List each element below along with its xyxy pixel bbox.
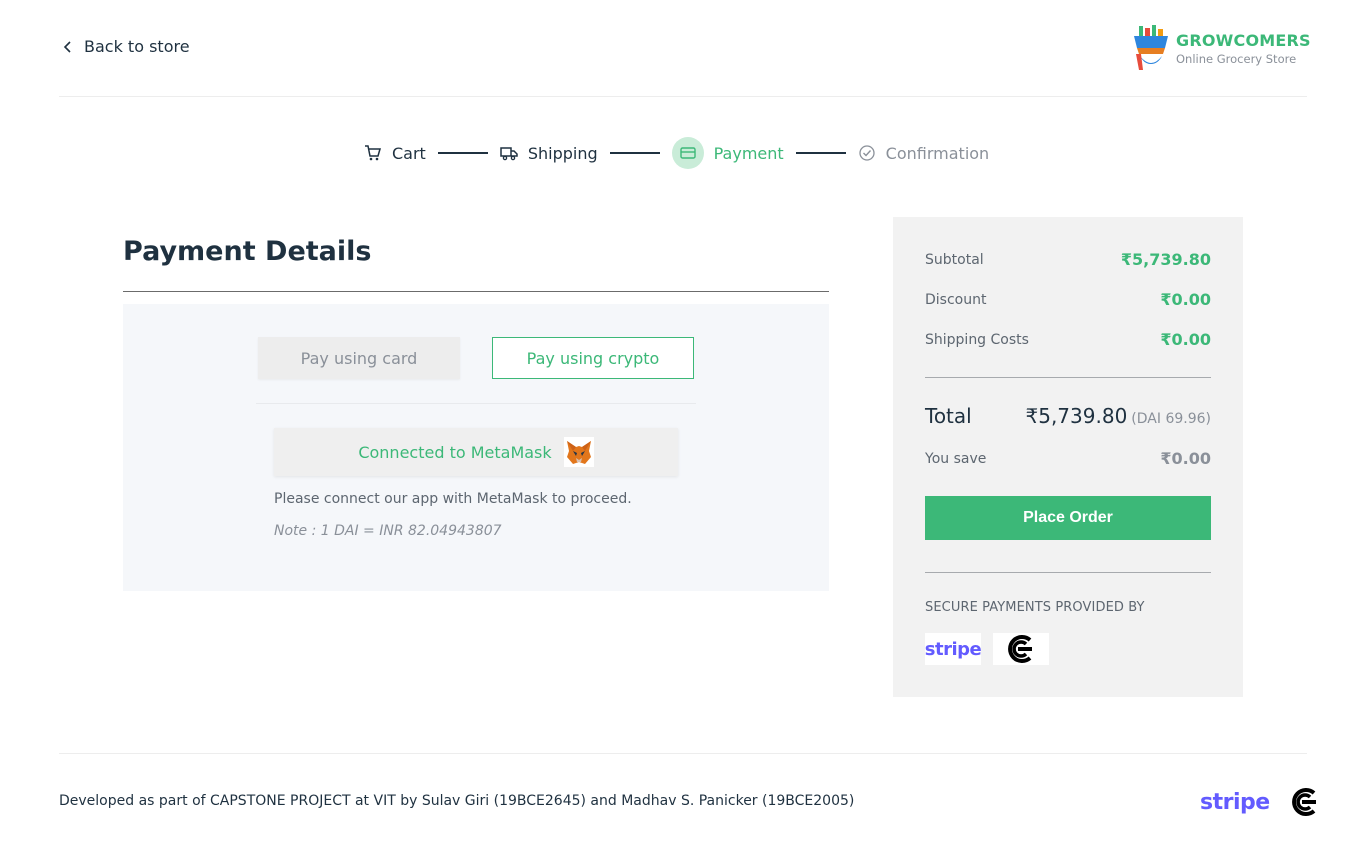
shipping-cost-value: ₹0.00 — [1160, 330, 1211, 349]
metamask-connect-button[interactable]: Connected to MetaMask — [274, 428, 678, 476]
cart-icon — [365, 145, 381, 161]
subtotal-row: Subtotal ₹5,739.80 — [925, 250, 1211, 269]
footer-provider-logos: stripe — [1200, 785, 1322, 819]
footer-coinbase-commerce-icon — [1291, 788, 1316, 816]
step-payment-badge — [671, 137, 704, 169]
step-connector — [437, 152, 488, 154]
stripe-wordmark: stripe — [924, 638, 982, 660]
order-summary: Subtotal ₹5,739.80 Discount ₹0.00 Shippi… — [893, 217, 1243, 697]
summary-divider — [925, 572, 1211, 573]
brand-name: GROWCOMERS — [1176, 30, 1311, 50]
subtotal-value: ₹5,739.80 — [1120, 250, 1211, 269]
header-divider — [59, 96, 1307, 97]
step-connector — [795, 152, 846, 154]
brand-tagline: Online Grocery Store — [1176, 51, 1297, 66]
title-divider — [123, 291, 829, 292]
page-title: Payment Details — [123, 236, 372, 267]
grocery-basket-icon — [1134, 25, 1168, 70]
back-to-store-label: Back to store — [84, 37, 190, 56]
pay-using-card-tab[interactable]: Pay using card — [258, 337, 460, 379]
shipping-cost-row: Shipping Costs ₹0.00 — [925, 330, 1211, 349]
discount-row: Discount ₹0.00 — [925, 290, 1211, 309]
step-cart[interactable]: Cart — [364, 144, 426, 163]
footer-stripe-logo: stripe — [1200, 789, 1270, 815]
discount-label: Discount — [925, 291, 987, 308]
credit-card-icon — [679, 147, 696, 159]
pay-using-crypto-tab[interactable]: Pay using crypto — [492, 337, 694, 379]
metamask-label: Connected to MetaMask — [358, 442, 552, 462]
crypto-provider-logo — [993, 633, 1049, 665]
step-confirmation[interactable]: Confirmation — [858, 143, 990, 163]
back-to-store-link[interactable]: Back to store — [62, 37, 190, 56]
coinbase-commerce-icon — [1008, 635, 1032, 663]
total-dai-value: (DAI 69.96) — [1131, 411, 1211, 427]
metamask-instruction-text: Please connect our app with MetaMask to … — [274, 491, 632, 507]
total-label: Total — [925, 404, 972, 428]
step-connector — [609, 152, 660, 154]
you-save-row: You save ₹0.00 — [925, 449, 1211, 468]
shipping-cost-label: Shipping Costs — [925, 331, 1029, 348]
footer-divider — [59, 753, 1307, 754]
place-order-button[interactable]: Place Order — [925, 496, 1211, 540]
you-save-label: You save — [925, 450, 987, 467]
check-circle-icon — [859, 145, 875, 161]
step-confirmation-label: Confirmation — [885, 143, 990, 163]
brand-logo[interactable]: GROWCOMERS Online Grocery Store — [1132, 24, 1311, 72]
truck-icon — [500, 147, 518, 161]
tabs-divider — [256, 403, 696, 404]
step-payment[interactable]: Payment — [671, 137, 784, 169]
discount-value: ₹0.00 — [1160, 290, 1211, 309]
you-save-value: ₹0.00 — [1160, 449, 1211, 468]
stripe-logo: stripe — [924, 633, 982, 665]
total-row: Total ₹5,739.80 (DAI 69.96) — [925, 404, 1211, 428]
secure-payments-label: SECURE PAYMENTS PROVIDED BY — [925, 600, 1145, 615]
step-shipping[interactable]: Shipping — [500, 144, 598, 163]
footer-credits: Developed as part of CAPSTONE PROJECT at… — [59, 793, 855, 809]
metamask-fox-icon — [563, 437, 594, 467]
total-amount: ₹5,739.80 (DAI 69.96) — [1026, 404, 1212, 428]
total-value: ₹5,739.80 — [1025, 404, 1128, 428]
payment-provider-logos: stripe — [925, 633, 1049, 665]
step-cart-label: Cart — [392, 143, 426, 163]
checkout-stepper: Cart Shipping Payment Confirmation — [364, 136, 989, 170]
subtotal-label: Subtotal — [925, 251, 984, 268]
exchange-rate-note: Note : 1 DAI = INR 82.04943807 — [274, 523, 502, 539]
payment-panel: Pay using card Pay using crypto Connecte… — [123, 304, 829, 591]
summary-divider — [925, 377, 1211, 378]
chevron-left-icon — [63, 40, 71, 53]
step-payment-label: Payment — [713, 143, 784, 163]
step-shipping-label: Shipping — [527, 143, 598, 163]
